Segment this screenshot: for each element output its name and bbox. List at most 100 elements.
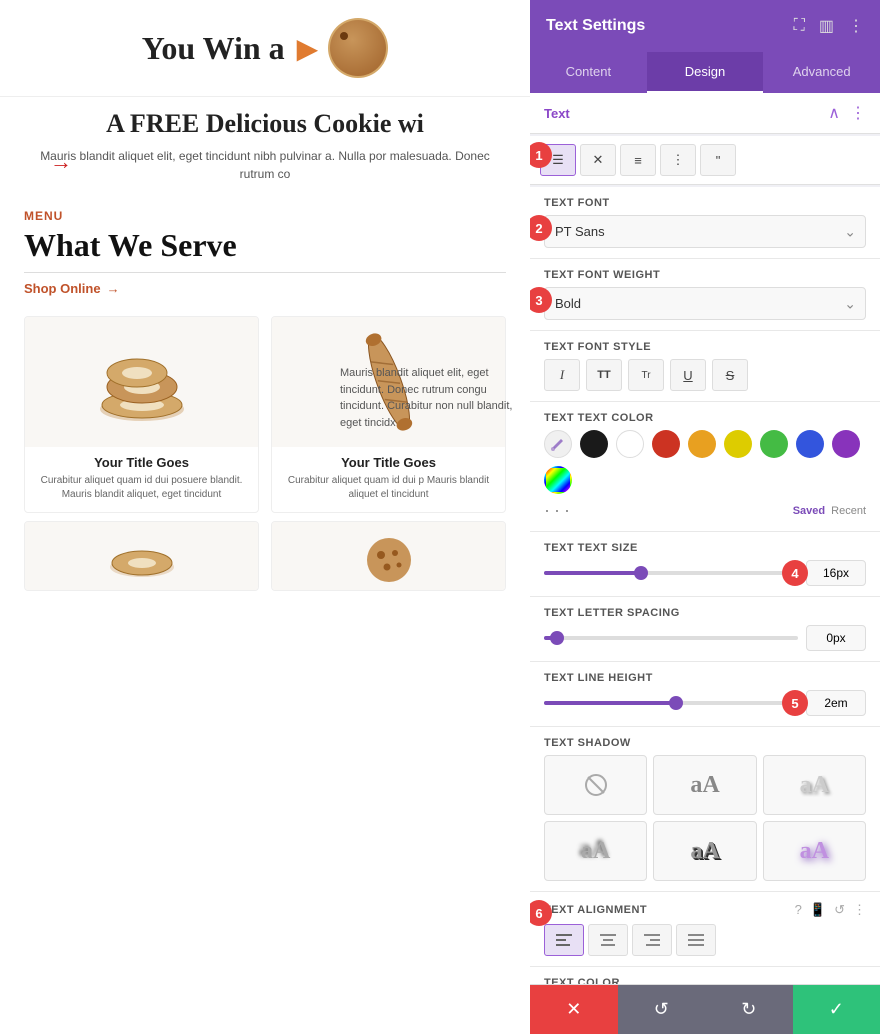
line-height-track: [544, 701, 798, 705]
format-list-ul[interactable]: ≡: [620, 144, 656, 176]
align-left-btn[interactable]: [544, 924, 584, 956]
settings-panel: Text Settings ⛶ ▥ ⋮ Content Design Advan…: [530, 0, 880, 1034]
text-font-select-wrapper: PT Sans: [544, 215, 866, 248]
columns-icon[interactable]: ▥: [819, 16, 834, 36]
swatch-multi[interactable]: [544, 466, 572, 494]
text-alignment-container: 6 Text Alignment ? 📱 ↺ ⋮: [530, 892, 880, 967]
undo-button[interactable]: ↺: [618, 985, 706, 1034]
style-italic[interactable]: I: [544, 359, 580, 391]
style-btn-row: I TT Tr U S: [544, 359, 866, 391]
align-more-icon[interactable]: ⋮: [853, 902, 866, 918]
preview-cards-row2: [0, 513, 530, 591]
shadow-style-2[interactable]: aA: [763, 755, 866, 815]
section-more-icon[interactable]: ⋮: [850, 103, 866, 123]
expand-icon[interactable]: ⛶: [794, 17, 805, 35]
align-center-btn[interactable]: [588, 924, 628, 956]
cancel-button[interactable]: ✕: [530, 985, 618, 1034]
section-header-icons: ∧ ⋮: [828, 103, 866, 123]
menu-title: What We Serve: [24, 227, 506, 264]
bottom-toolbar: ✕ ↺ ↻ ✓: [530, 984, 880, 1034]
section-title: Text: [544, 106, 570, 121]
headline-text: A FREE Delicious Cookie wi: [20, 109, 510, 139]
tab-advanced[interactable]: Advanced: [763, 52, 880, 93]
shadow-style-4[interactable]: aA: [653, 821, 756, 881]
color-more-btn[interactable]: ···: [544, 500, 570, 521]
format-quote[interactable]: ": [700, 144, 736, 176]
text-font-container: 2 Text Font PT Sans: [530, 187, 880, 259]
text-font-weight-select-wrapper: Bold: [544, 287, 866, 320]
text-font-weight-container: 3 Text Font Weight Bold: [530, 259, 880, 331]
card-1-title: Your Title Goes: [33, 455, 250, 470]
align-label-row: Text Alignment ? 📱 ↺ ⋮: [544, 902, 866, 918]
shadow-none[interactable]: [544, 755, 647, 815]
color-swatches-row: [544, 430, 866, 494]
text-font-select[interactable]: PT Sans: [544, 215, 866, 248]
shadow-style-1[interactable]: aA: [653, 755, 756, 815]
tab-content[interactable]: Content: [530, 52, 647, 93]
banner-arrow-icon: ▶: [297, 32, 319, 65]
align-info-icons: ? 📱 ↺ ⋮: [795, 902, 866, 918]
letter-spacing-input[interactable]: [806, 625, 866, 651]
text-font-weight-row: Text Font Weight Bold: [530, 259, 880, 331]
saved-tab[interactable]: Saved: [793, 505, 825, 517]
align-help-icon[interactable]: ?: [795, 902, 802, 918]
preview-side-text: Mauris blandit aliquet elit, eget tincid…: [340, 365, 520, 431]
swatch-yellow[interactable]: [724, 430, 752, 458]
text-alignment-row: Text Alignment ? 📱 ↺ ⋮: [530, 892, 880, 967]
line-height-row: Text Line Height: [530, 662, 880, 727]
shadow-style-5[interactable]: aA: [763, 821, 866, 881]
preview-menu-section: MENU What We Serve Shop Online →: [0, 191, 530, 316]
align-right-btn[interactable]: [632, 924, 672, 956]
swatch-white[interactable]: [616, 430, 644, 458]
align-btn-row: [544, 924, 866, 956]
swatch-orange[interactable]: [688, 430, 716, 458]
align-reset-icon[interactable]: ↺: [834, 902, 845, 918]
style-strikethrough[interactable]: S: [712, 359, 748, 391]
shadow-style-3[interactable]: aA: [544, 821, 647, 881]
format-list-ol[interactable]: ⋮: [660, 144, 696, 176]
style-caps[interactable]: TT: [586, 359, 622, 391]
collapse-icon[interactable]: ∧: [828, 103, 840, 123]
align-justify-btn[interactable]: [676, 924, 716, 956]
line-height-input[interactable]: [806, 690, 866, 716]
text-size-input[interactable]: [806, 560, 866, 586]
line-height-fill: [544, 701, 676, 705]
swatch-blue[interactable]: [796, 430, 824, 458]
step-5-badge: 5: [782, 690, 808, 716]
align-label: Text Alignment: [544, 904, 647, 916]
card-4-image: [272, 522, 505, 591]
card-1-image: [25, 317, 258, 447]
confirm-button[interactable]: ✓: [793, 985, 880, 1034]
color-picker-btn[interactable]: [544, 430, 572, 458]
text-color-label: Text Text Color: [544, 412, 866, 424]
style-smallcaps[interactable]: Tr: [628, 359, 664, 391]
shop-link[interactable]: Shop Online →: [24, 281, 506, 296]
more-icon[interactable]: ⋮: [848, 16, 864, 36]
redo-button[interactable]: ↻: [705, 985, 793, 1034]
swatch-purple[interactable]: [832, 430, 860, 458]
recent-tab[interactable]: Recent: [831, 505, 866, 517]
line-height-thumb[interactable]: [669, 696, 683, 710]
text-shadow-row: Text Shadow aA aA aA aA aA: [530, 727, 880, 892]
swatch-green[interactable]: [760, 430, 788, 458]
letter-spacing-track: [544, 636, 798, 640]
letter-spacing-thumb[interactable]: [550, 631, 564, 645]
swatch-red[interactable]: [652, 430, 680, 458]
side-text-content: Mauris blandit aliquet elit, eget tincid…: [340, 367, 512, 429]
swatch-black[interactable]: [580, 430, 608, 458]
text-format-bar: ☰ ✕ ≡ ⋮ ": [530, 136, 880, 185]
text-size-fill: [544, 571, 641, 575]
style-underline[interactable]: U: [670, 359, 706, 391]
text-size-thumb[interactable]: [634, 566, 648, 580]
tab-design[interactable]: Design: [647, 52, 764, 93]
text-font-weight-label: Text Font Weight: [544, 269, 866, 281]
text-font-style-label: Text Font Style: [544, 341, 866, 353]
line-height-slider-row: [544, 690, 866, 716]
text-font-weight-select[interactable]: Bold: [544, 287, 866, 320]
text-size-slider-row: [544, 560, 866, 586]
preview-card-4: [271, 521, 506, 591]
card-2-desc: Curabitur aliquet quam id dui p Mauris b…: [272, 474, 505, 502]
align-mobile-icon[interactable]: 📱: [810, 902, 826, 918]
format-eraser[interactable]: ✕: [580, 144, 616, 176]
step-4-badge: 4: [782, 560, 808, 586]
